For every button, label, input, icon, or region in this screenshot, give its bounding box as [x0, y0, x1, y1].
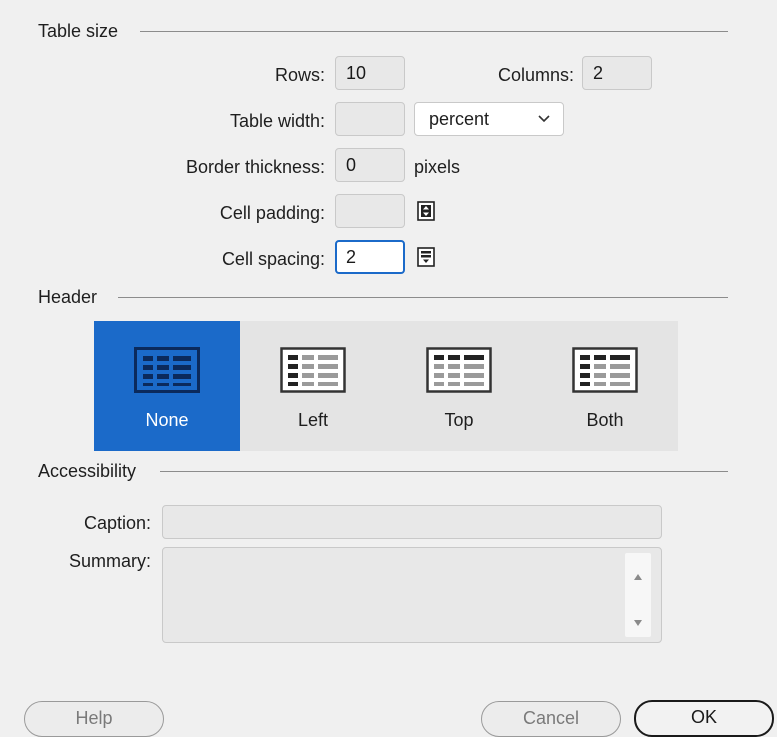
width-unit-value: percent	[429, 109, 490, 129]
table-header-left-icon	[280, 347, 346, 393]
table-size-title: Table size	[38, 21, 127, 41]
header-option-left[interactable]: Left	[240, 321, 386, 451]
header-option-none[interactable]: None	[94, 321, 240, 451]
cell-spacing-label: Cell spacing:	[221, 249, 325, 269]
border-unit-label: pixels	[414, 157, 461, 177]
header-option-left-label: Left	[297, 410, 329, 430]
table-header-top-icon	[426, 347, 492, 393]
header-option-top[interactable]: Top	[386, 321, 532, 451]
header-rule	[118, 297, 728, 298]
table-header-both-icon	[572, 347, 638, 393]
header-option-both-label: Both	[586, 410, 624, 430]
scroll-down-icon[interactable]	[633, 619, 643, 627]
cell-padding-icon	[417, 201, 435, 221]
table-width-label: Table width:	[229, 111, 325, 131]
table-width-input[interactable]	[335, 102, 405, 136]
help-button[interactable]: Help	[24, 701, 164, 737]
header-option-top-label: Top	[444, 410, 474, 430]
table-header-none-icon	[134, 347, 200, 393]
accessibility-title: Accessibility	[38, 461, 145, 481]
header-option-none-label: None	[145, 410, 189, 430]
cell-spacing-input[interactable]: 2	[335, 240, 405, 274]
border-thickness-input[interactable]: 0	[335, 148, 405, 182]
border-thickness-label: Border thickness:	[185, 157, 325, 177]
table-size-rule	[140, 31, 728, 32]
columns-input[interactable]: 2	[582, 56, 652, 90]
header-title: Header	[38, 287, 106, 307]
caption-label: Caption:	[83, 513, 151, 533]
summary-scrollbar[interactable]	[625, 553, 651, 637]
summary-label: Summary:	[68, 551, 151, 571]
accessibility-rule	[160, 471, 728, 472]
caption-input[interactable]	[162, 505, 662, 539]
width-unit-select[interactable]: percent	[414, 102, 564, 136]
rows-input[interactable]: 10	[335, 56, 405, 90]
cell-padding-label: Cell padding:	[219, 203, 325, 223]
rows-label: Rows:	[274, 65, 325, 85]
cell-spacing-icon	[417, 247, 435, 267]
cancel-button[interactable]: Cancel	[481, 701, 621, 737]
cell-padding-input[interactable]	[335, 194, 405, 228]
scroll-up-icon[interactable]	[633, 573, 643, 581]
header-option-both[interactable]: Both	[532, 321, 678, 451]
ok-button[interactable]: OK	[634, 700, 774, 737]
columns-label: Columns:	[497, 65, 574, 85]
chevron-down-icon	[538, 115, 550, 123]
summary-textarea[interactable]	[162, 547, 662, 643]
